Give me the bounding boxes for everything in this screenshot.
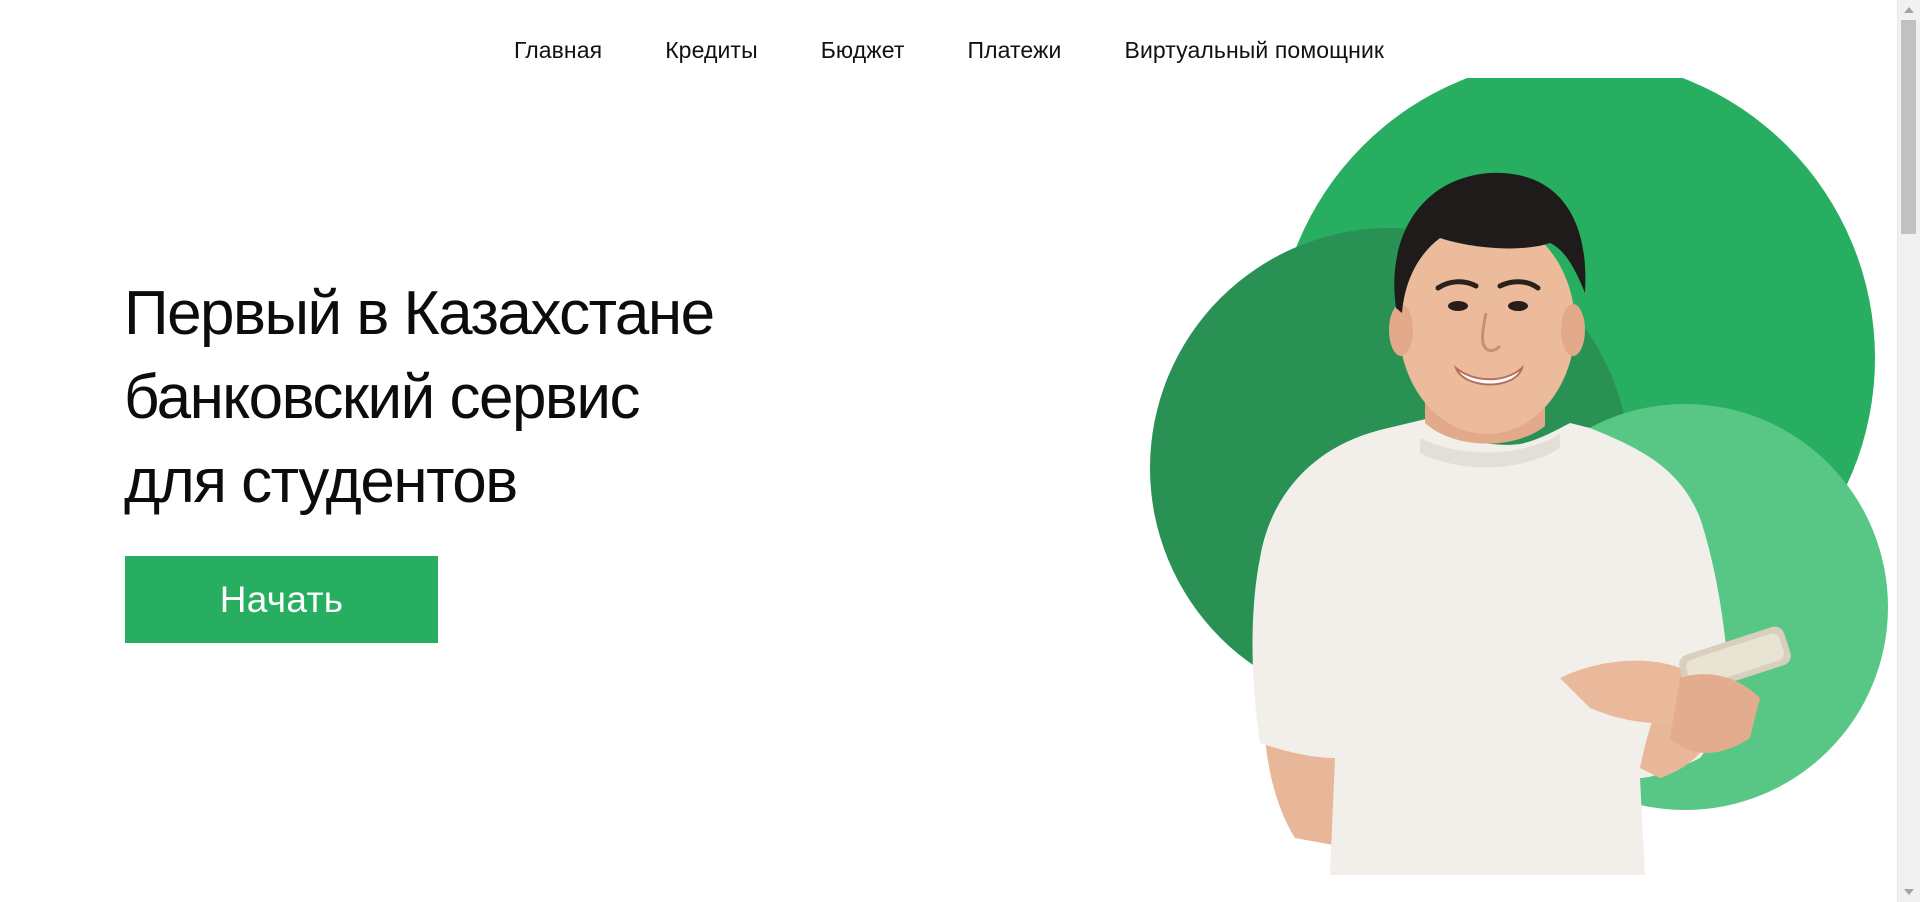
hero-title-line: для студентов bbox=[124, 447, 518, 516]
hero-illustration-graphic bbox=[1150, 78, 1888, 875]
nav-link-payments[interactable]: Платежи bbox=[968, 37, 1062, 64]
nav-link-budget[interactable]: Бюджет bbox=[821, 37, 905, 64]
nav-link-home[interactable]: Главная bbox=[514, 37, 602, 64]
start-button[interactable]: Начать bbox=[125, 556, 438, 643]
hero-title: Первый в Казахстане банковский сервис дл… bbox=[124, 272, 715, 524]
hero-title-line: Первый в Казахстане bbox=[124, 279, 715, 348]
nav-link-credits[interactable]: Кредиты bbox=[665, 37, 758, 64]
hero-title-line: банковский сервис bbox=[124, 363, 641, 432]
top-navigation: Главная Кредиты Бюджет Платежи Виртуальн… bbox=[0, 0, 1898, 100]
landing-page: Главная Кредиты Бюджет Платежи Виртуальн… bbox=[0, 0, 1920, 902]
scroll-down-arrow-icon[interactable] bbox=[1904, 889, 1914, 895]
scrollbar-thumb[interactable] bbox=[1901, 20, 1916, 234]
hero-illustration bbox=[1120, 78, 1898, 875]
nav-link-virtual-assistant[interactable]: Виртуальный помощник bbox=[1125, 37, 1385, 64]
scroll-up-arrow-icon[interactable] bbox=[1904, 7, 1914, 13]
vertical-scrollbar[interactable] bbox=[1897, 0, 1920, 902]
